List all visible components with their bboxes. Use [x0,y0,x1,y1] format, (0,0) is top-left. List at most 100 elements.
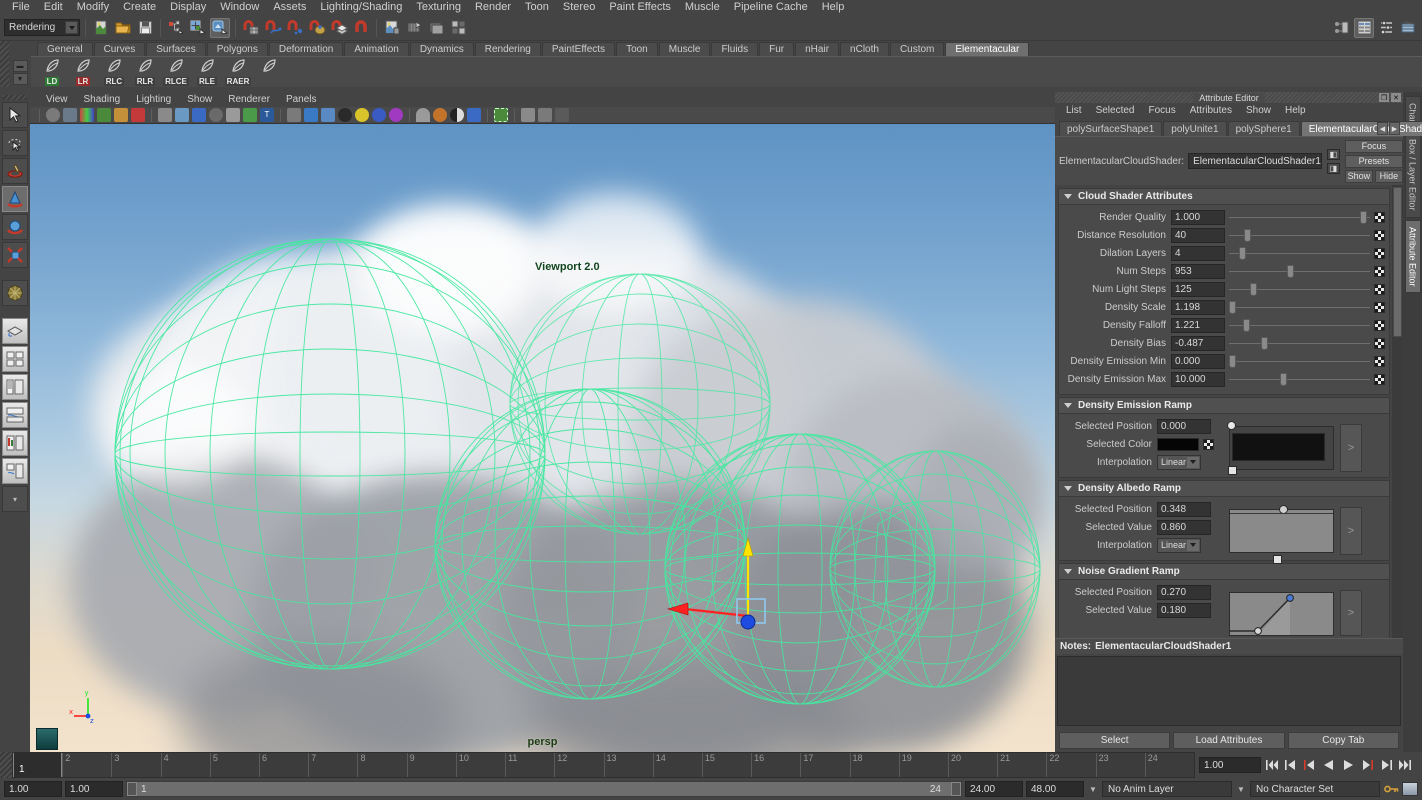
snap-to-curve-icon[interactable] [263,18,283,38]
range-start-field[interactable]: 1.00 [4,781,62,797]
triangle-down-icon[interactable] [1064,569,1072,574]
xray-joints-icon[interactable] [521,108,535,122]
vertical-tab-attribute-editor[interactable]: Attribute Editor [1404,219,1421,294]
open-scene-icon[interactable] [113,18,133,38]
shelf-tab-surfaces[interactable]: Surfaces [146,42,206,56]
menu-item-muscle[interactable]: Muscle [678,0,727,15]
ae-footer-copy-tab-button[interactable]: Copy Tab [1287,731,1399,749]
focus-button[interactable]: Focus [1344,139,1403,153]
save-scene-icon[interactable] [135,18,155,38]
play-forwards-icon[interactable] [1340,756,1356,774]
shelf-button-ld[interactable]: LD [39,58,65,86]
current-time-field[interactable]: 1.00 [1199,757,1261,773]
xray-icon[interactable] [226,108,240,122]
attribute-value-field[interactable]: 10.000 [1171,371,1225,387]
viewport-menu-shading[interactable]: Shading [76,92,129,107]
snap-to-magnet-icon[interactable] [351,18,371,38]
playback-end-field[interactable]: 24.00 [965,781,1023,797]
ramp-selected-color-swatch[interactable] [1157,437,1199,451]
textured-box-icon[interactable] [321,108,335,122]
ipr-render-icon[interactable] [426,18,446,38]
character-set-selector[interactable]: No Character Set [1250,781,1380,797]
menu-item-modify[interactable]: Modify [70,0,116,15]
resolution-gate-icon[interactable] [131,108,145,122]
attribute-editor-scrollbar[interactable] [1392,185,1403,638]
shelf-tab-muscle[interactable]: Muscle [658,42,711,56]
attribute-slider[interactable] [1229,264,1370,279]
attribute-value-field[interactable]: 1.221 [1171,317,1225,333]
shelf-tab-elementacular[interactable]: Elementacular [945,42,1030,56]
scrollbar-thumb[interactable] [1393,187,1402,337]
ae-tab-elementacularcloudshader1[interactable]: ElementacularCloudShader1 [1300,121,1422,136]
step-back-keyframe-icon[interactable] [1283,756,1299,774]
section-header[interactable]: Density Albedo Ramp [1059,481,1389,497]
triangle-down-icon[interactable] [1064,194,1072,199]
attribute-connection-icon[interactable] [1374,265,1385,277]
light-default-icon[interactable] [372,108,386,122]
shelf-tab-fluids[interactable]: Fluids [711,42,759,56]
persp-graph-editor-layout[interactable] [2,430,28,456]
shelf-tab-animation[interactable]: Animation [344,42,409,56]
ramp-interpolation-select[interactable]: Linear [1157,537,1201,553]
attribute-connection-icon[interactable] [1374,229,1385,241]
shelf-tab-rendering[interactable]: Rendering [474,42,541,56]
attribute-slider[interactable] [1229,318,1370,333]
section-header[interactable]: Noise Gradient Ramp [1059,564,1389,580]
snap-to-grid-icon[interactable] [241,18,261,38]
shelf-tab-custom[interactable]: Custom [889,42,945,56]
shelf-tab-polygons[interactable]: Polygons [206,42,268,56]
animation-preferences-icon[interactable] [1402,782,1418,796]
vertical-tab-channel-box-layer-editor[interactable]: Channel Box / Layer Editor [1404,96,1421,218]
ae-menu-help[interactable]: Help [1278,103,1313,119]
universal-manipulator-tool[interactable] [2,280,28,306]
menu-item-stereo[interactable]: Stereo [556,0,602,15]
chevron-down-icon[interactable] [1187,456,1199,468]
input-connection-icon[interactable]: ◧ [1326,148,1340,160]
four-view-layout[interactable] [2,346,28,372]
move-manipulator[interactable] [30,124,1055,746]
wireframe-on-shaded-icon[interactable] [287,108,301,122]
smooth-shade-icon[interactable] [175,108,189,122]
section-header[interactable]: Cloud Shader Attributes [1059,189,1389,205]
chevron-down-icon[interactable]: ▼ [1087,785,1099,794]
shadows-icon[interactable] [338,108,352,122]
ramp-expand-button[interactable]: > [1340,590,1362,636]
menu-item-render[interactable]: Render [468,0,518,15]
ramp-selected-position-field[interactable]: 0.348 [1157,501,1211,517]
ramp-expand-button[interactable]: > [1340,507,1362,555]
light-scene-icon[interactable] [389,108,403,122]
attribute-value-field[interactable]: 1.198 [1171,299,1225,315]
shelf-options-button[interactable]: ▼ [12,73,28,85]
shelf-tab-dynamics[interactable]: Dynamics [409,42,474,56]
ao-toggle-icon[interactable] [433,108,447,122]
new-scene-icon[interactable] [91,18,111,38]
scale-tool[interactable] [2,242,28,268]
select-tool[interactable] [2,102,28,128]
multisample-icon[interactable] [467,108,481,122]
hypershade-persp-layout[interactable] [2,458,28,484]
menu-item-assets[interactable]: Assets [266,0,313,15]
render-settings-icon[interactable] [448,18,468,38]
persp-viewport[interactable]: Viewport 2.0 persp y x z [30,124,1055,752]
attribute-connection-icon[interactable] [1374,355,1385,367]
viewport-menu-view[interactable]: View [38,92,76,107]
ae-footer-select-button[interactable]: Select [1059,731,1171,749]
section-header[interactable]: Density Emission Ramp [1059,398,1389,414]
playback-start-field[interactable]: 1.00 [65,781,123,797]
shelf-button-rlce[interactable]: RLCE [163,58,189,86]
move-tool[interactable] [2,186,28,212]
time-slider-grip[interactable] [0,752,12,778]
shelf-tab-nhair[interactable]: nHair [795,42,840,56]
attribute-connection-icon[interactable] [1374,301,1385,313]
shelf-button-raer[interactable]: RAER [224,58,252,86]
image-plane-icon[interactable] [80,108,94,122]
menu-item-display[interactable]: Display [163,0,213,15]
ae-menu-selected[interactable]: Selected [1089,103,1142,119]
shelf-tab-general[interactable]: General [37,42,93,56]
ramp-selected-position-field[interactable]: 0.270 [1157,584,1211,600]
menu-item-help[interactable]: Help [815,0,852,15]
attribute-connection-icon[interactable] [1374,247,1385,259]
attribute-connection-icon[interactable] [1374,211,1385,223]
shadow-toggle-icon[interactable] [416,108,430,122]
attribute-value-field[interactable]: 1.000 [1171,209,1225,225]
